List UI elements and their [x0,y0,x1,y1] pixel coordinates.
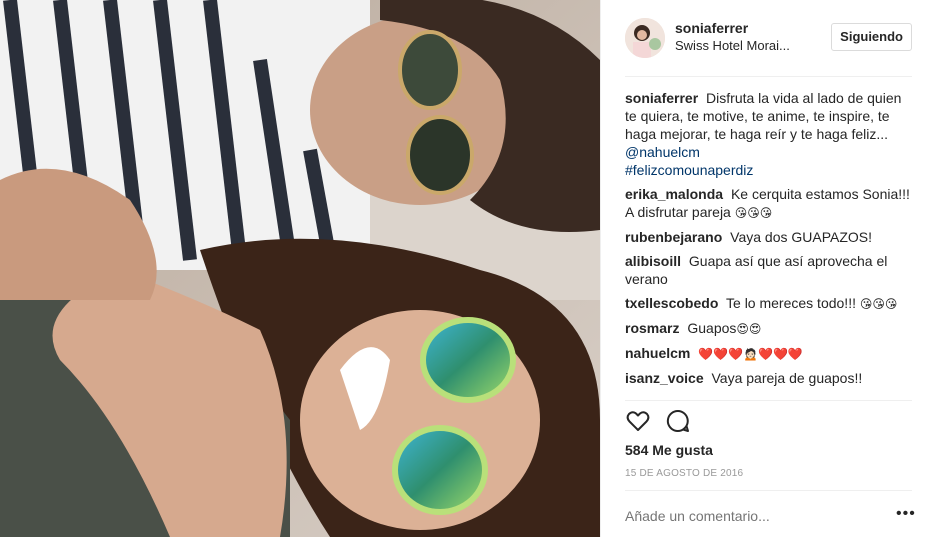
comment-emoji: ❤️❤️❤️🙍🏻❤️❤️❤️ [698,347,803,361]
comment-text: Te lo mereces todo!!! [726,295,856,311]
comment-username[interactable]: nahuelcm [625,345,690,361]
header-divider [625,76,912,77]
post-location[interactable]: Swiss Hotel Morai... [675,38,815,53]
comment-item: erika_malonda Ke cerquita estamos Sonia!… [625,185,912,222]
comment-emoji: 😘😘😘 [859,297,898,311]
comment-username[interactable]: alibisoill [625,253,681,269]
comment-username[interactable]: rosmarz [625,320,679,336]
comment-emoji: 😘😘😘 [734,206,773,220]
avatar-image [625,18,665,58]
comment-item: isanz_voice Vaya pareja de guapos!! [625,369,912,387]
comment-item: alibisoill Guapa así que así aprovecha e… [625,252,912,288]
post-photo[interactable] [0,0,600,537]
comment-item: txellescobedo Te lo mereces todo!!! 😘😘😘 [625,294,912,313]
post-username[interactable]: soniaferrer [675,20,748,36]
comment-item: rubenbejarano Vaya dos GUAPAZOS! [625,228,912,246]
caption: soniaferrer Disfruta la vida al lado de … [625,89,912,179]
post-header: soniaferrer Swiss Hotel Morai... Siguien… [625,16,912,60]
comment-emoji: 😍😍 [736,322,762,336]
comment-text: Guapos [687,320,737,336]
comment-text: Vaya dos GUAPAZOS! [730,229,873,245]
post-details-panel: soniaferrer Swiss Hotel Morai... Siguien… [600,0,933,537]
likes-count[interactable]: 584 Me gusta [625,442,713,458]
comment-icon[interactable] [665,408,691,434]
comment-text: Vaya pareja de guapos!! [711,370,863,386]
action-bar [625,408,912,438]
post-date[interactable]: 15 DE AGOSTO DE 2016 [625,468,743,479]
comments-divider [625,400,912,401]
caption-username[interactable]: soniaferrer [625,90,698,106]
caption-mention[interactable]: @nahuelcm [625,144,700,160]
comments-list[interactable]: soniaferrer Disfruta la vida al lado de … [625,89,912,400]
add-comment-divider [625,490,912,491]
more-options-icon[interactable]: ••• [896,505,916,523]
caption-hashtag[interactable]: #felizcomounaperdiz [625,162,753,178]
photo-illustration [0,0,600,537]
heart-icon[interactable] [625,408,651,434]
comment-username[interactable]: rubenbejarano [625,229,722,245]
avatar[interactable] [625,18,665,58]
add-comment-input[interactable] [625,508,885,524]
comment-username[interactable]: txellescobedo [625,295,718,311]
comment-username[interactable]: erika_malonda [625,186,723,202]
comment-item: nahuelcm ❤️❤️❤️🙍🏻❤️❤️❤️ [625,344,912,363]
comment-username[interactable]: isanz_voice [625,370,704,386]
comment-item: rosmarz Guapos😍😍 [625,319,912,338]
following-button[interactable]: Siguiendo [831,23,912,51]
